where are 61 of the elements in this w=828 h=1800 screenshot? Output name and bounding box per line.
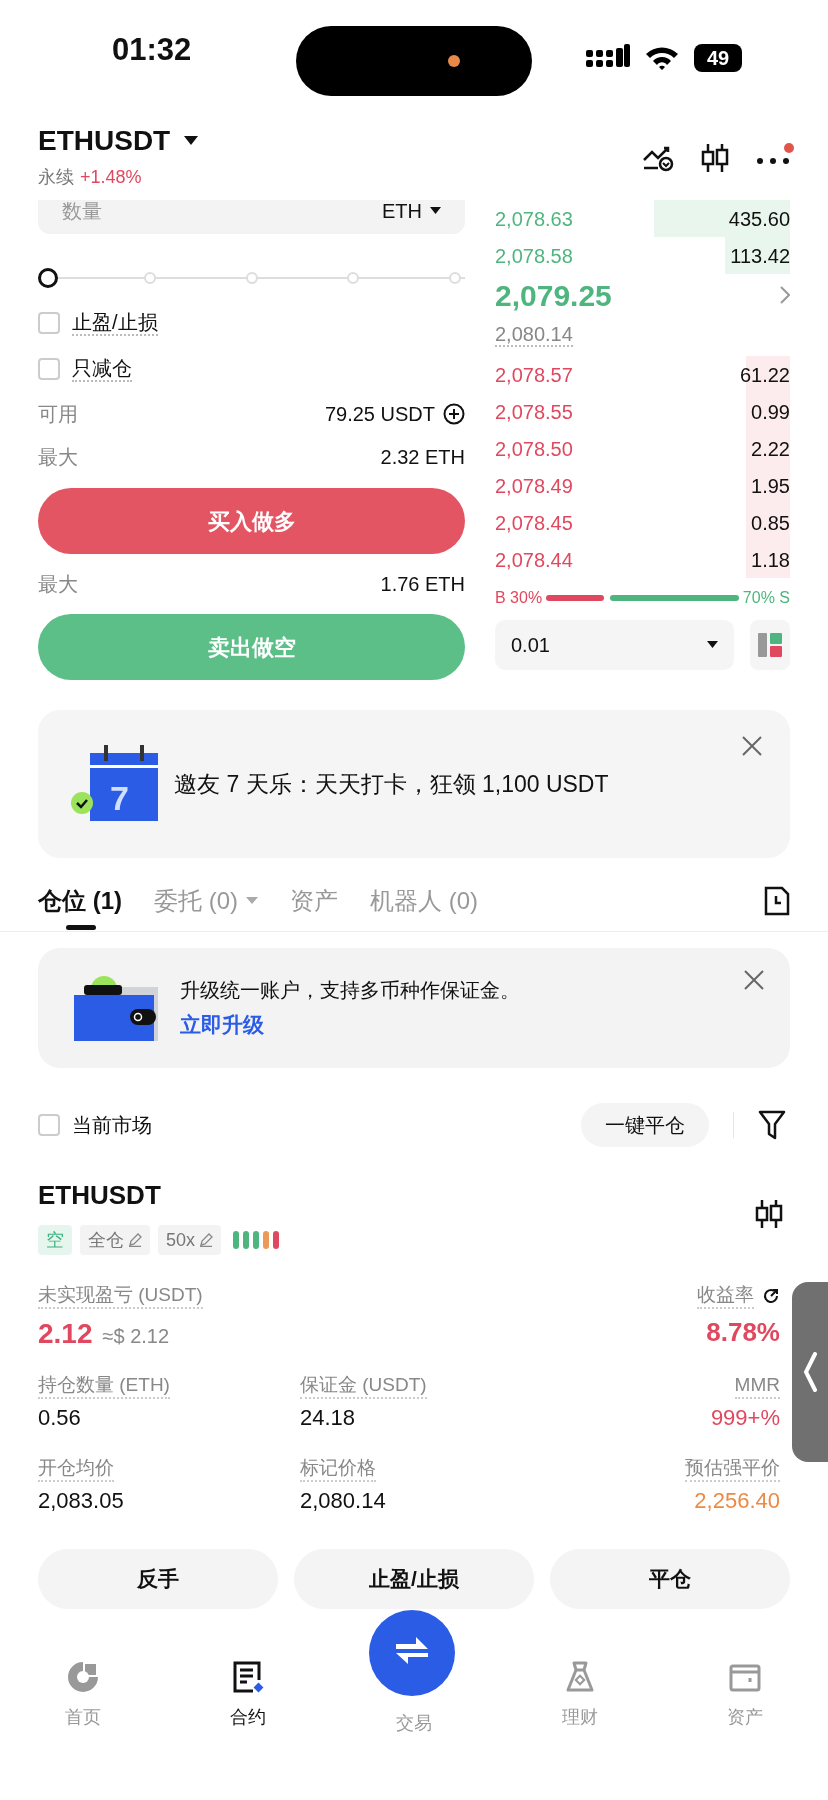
buy-long-button[interactable]: 买入做多 — [38, 488, 465, 554]
battery-icon: 49 — [694, 44, 742, 72]
order-book-row[interactable]: 2,078.55 0.99 — [495, 393, 790, 430]
option-label[interactable]: 只减仓 — [72, 356, 132, 382]
order-book-row[interactable]: 2,078.45 0.85 — [495, 504, 790, 541]
symbol-title[interactable]: ETHUSDT — [38, 120, 171, 162]
position-symbol: ETHUSDT — [38, 1179, 162, 1212]
field-label: 预估强平价 — [685, 1456, 780, 1482]
quantity-field[interactable]: 数量 ETH — [38, 200, 465, 234]
status-time: 01:32 — [112, 30, 192, 69]
info-value: 79.25 USDT — [324, 401, 435, 427]
field-value: 2,256.40 — [694, 1487, 780, 1515]
upgrade-text: 升级统一账户，支持多币种作保证金。 — [180, 978, 520, 1004]
field-value: 999+% — [710, 1404, 780, 1432]
promo-banner[interactable]: 7 邀友 7 天乐：天天打卡，狂领 1,100 USDT — [38, 710, 790, 858]
contract-type: 永续 — [38, 166, 74, 189]
position-side-tag: 空 — [38, 1225, 72, 1255]
position-action-button[interactable]: 反手 — [38, 1549, 278, 1609]
field-value: 2,083.05 — [38, 1487, 125, 1515]
info-value: 1.76 ETH — [380, 572, 465, 597]
order-book-row[interactable]: 2,078.49 1.95 — [495, 467, 790, 504]
field-value: 2,080.14 — [300, 1487, 387, 1515]
roe-label: 收益率 — [697, 1283, 754, 1309]
info-label: 最大 — [38, 572, 78, 597]
pnl-approx: ≈$ 2.12 — [102, 1324, 170, 1349]
field-label: MMR — [734, 1373, 780, 1399]
precision-dropdown[interactable]: 0.01 — [495, 620, 734, 670]
last-price: 2,079.25 — [495, 277, 612, 314]
nav-item[interactable]: 合约 — [230, 1660, 267, 1731]
price-change: +1.48% — [80, 166, 142, 189]
order-book-row[interactable]: 2,078.58 113.42 — [495, 237, 790, 274]
option-label[interactable]: 止盈/止损 — [72, 310, 158, 336]
info-value: 2.32 ETH — [380, 444, 465, 470]
upgrade-banner[interactable]: 升级统一账户，支持多币种作保证金。 立即升级 — [38, 948, 790, 1068]
order-book-row[interactable]: 2,078.50 2.22 — [495, 430, 790, 467]
field-value: 0.56 — [38, 1404, 82, 1432]
sell-ratio: 70% S — [742, 588, 790, 608]
info-label: 最大 — [38, 444, 78, 470]
field-label: 开仓均价 — [38, 1456, 114, 1482]
order-book-row[interactable]: 2,078.44 1.18 — [495, 541, 790, 578]
position-action-button[interactable]: 止盈/止损 — [294, 1549, 534, 1609]
upgrade-link[interactable]: 立即升级 — [180, 1009, 264, 1041]
close-all-button[interactable]: 一键平仓 — [581, 1103, 709, 1147]
filter-label[interactable]: 当前市场 — [72, 1110, 152, 1140]
pnl-value: 2.12 — [38, 1317, 93, 1351]
promo-text: 邀友 7 天乐：天天打卡，狂领 1,100 USDT — [174, 769, 609, 799]
field-label: 标记价格 — [300, 1456, 376, 1482]
roe-value: 8.78% — [706, 1316, 780, 1349]
buy-ratio: B 30% — [495, 588, 543, 608]
field-label: 保证金 (USDT) — [300, 1373, 427, 1399]
info-label: 可用 — [38, 401, 78, 427]
order-book-row[interactable]: 2,078.57 61.22 — [495, 356, 790, 393]
field-value: 24.18 — [300, 1404, 357, 1432]
editable-tag[interactable]: 50x — [158, 1225, 222, 1255]
mark-price: 2,080.14 — [495, 323, 573, 347]
order-book-row[interactable]: 2,078.63 435.60 — [495, 200, 790, 237]
position-action-button[interactable]: 平仓 — [550, 1549, 790, 1609]
field-label: 持仓数量 (ETH) — [38, 1373, 170, 1399]
tab[interactable]: 仓位 (1) — [38, 869, 122, 932]
pnl-label: 未实现盈亏 (USDT) — [38, 1283, 203, 1309]
editable-tag[interactable]: 全仓 — [80, 1225, 150, 1255]
